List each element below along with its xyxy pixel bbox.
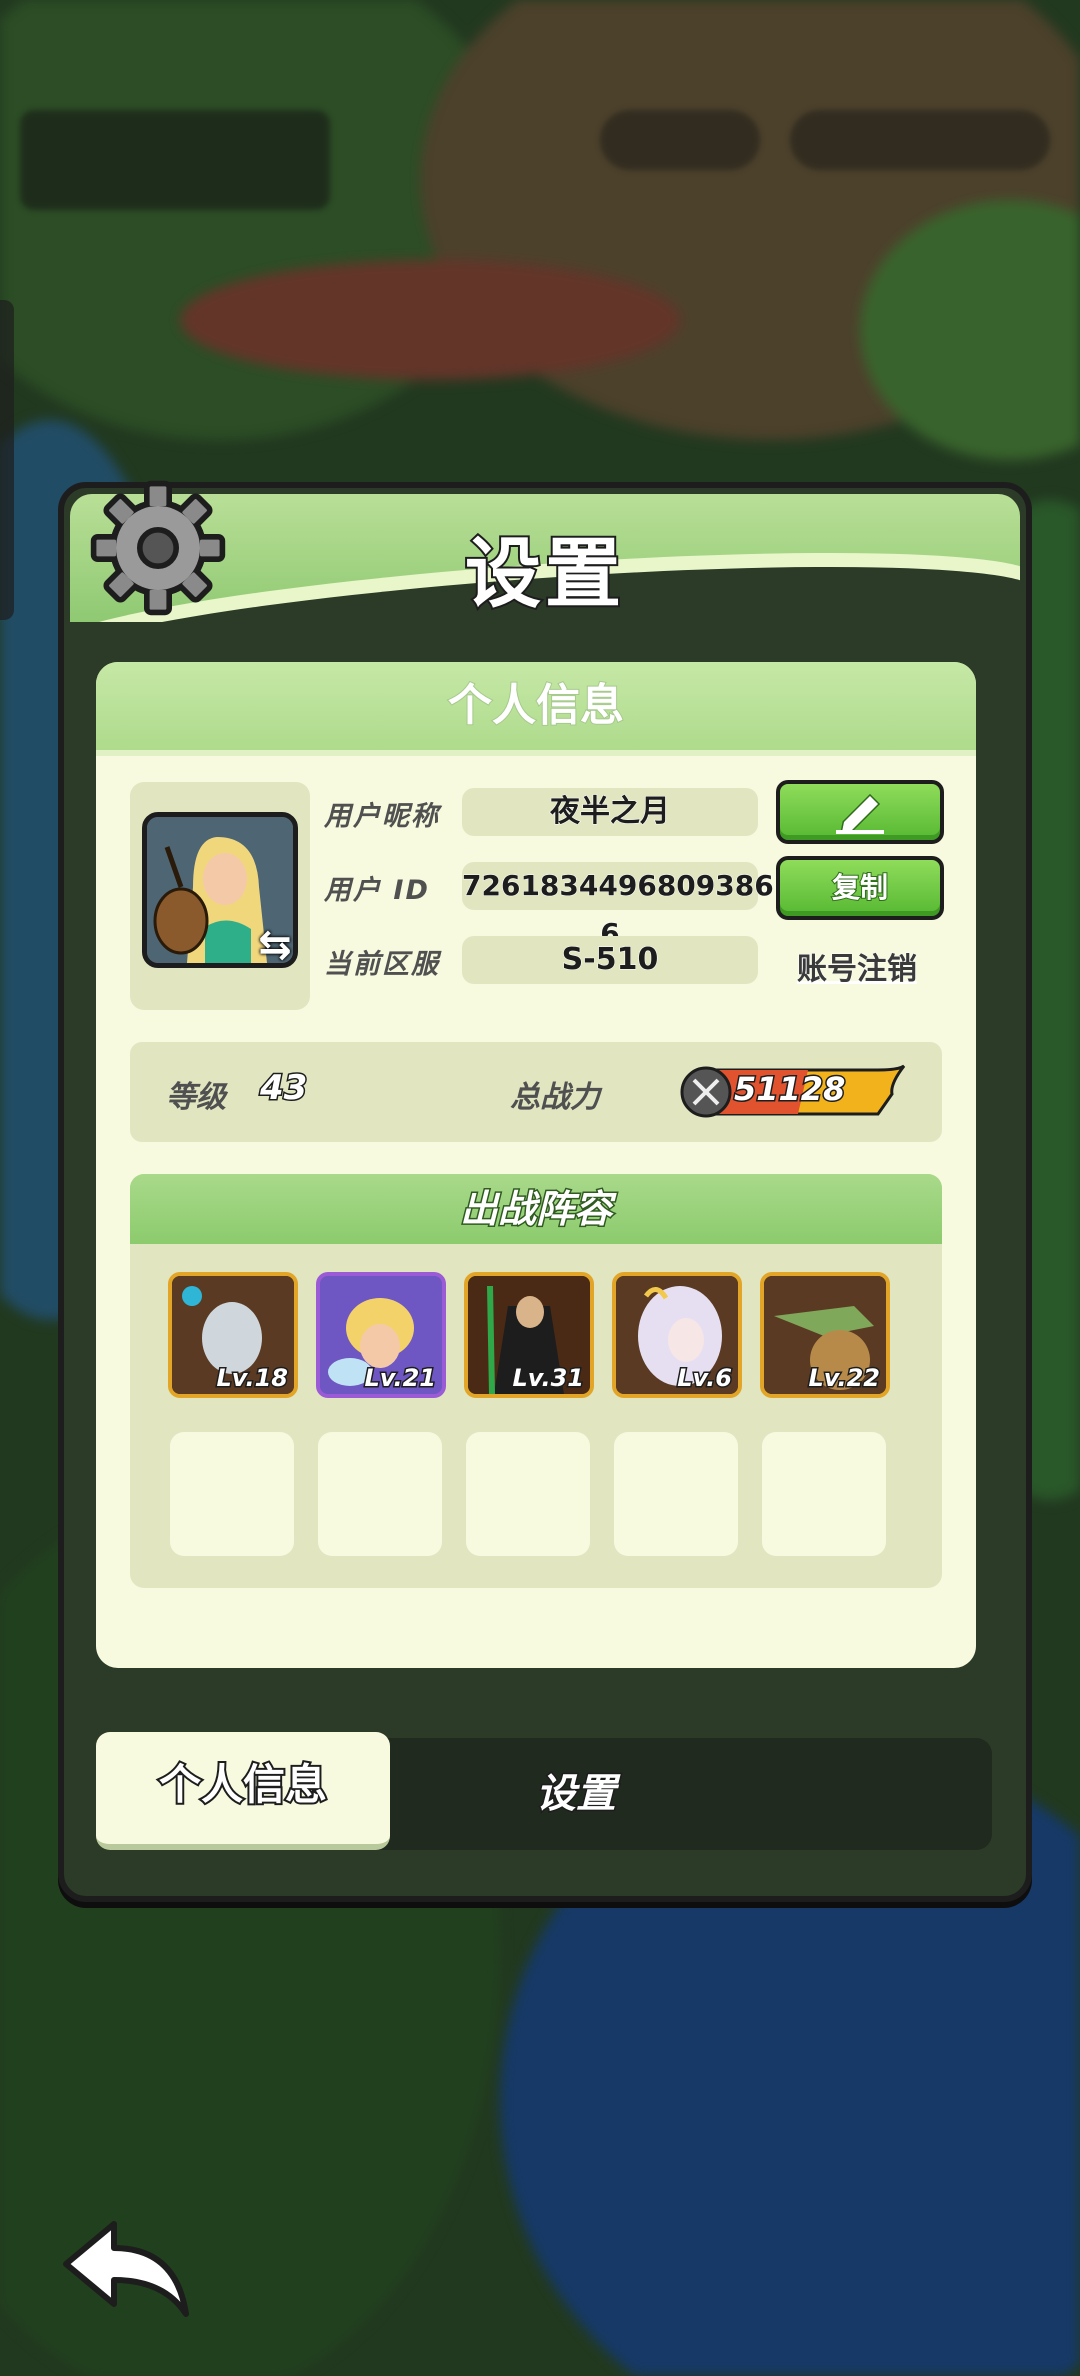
power-badge: 51128 [678, 1064, 908, 1120]
level-label: 等级 [166, 1080, 226, 1115]
hud-resource-gold [790, 110, 1050, 170]
empty-hero-slot[interactable] [762, 1432, 886, 1556]
hero-slot-4[interactable]: Lv.6 [612, 1272, 742, 1398]
empty-hero-slot[interactable] [466, 1432, 590, 1556]
edit-nickname-button[interactable] [776, 780, 944, 844]
profile-card: 个人信息 ⇆ 用户昵称 夜半之月 用户 ID [96, 662, 976, 1668]
side-handle [0, 300, 14, 620]
stats-row: 等级 43 总战力 51128 [130, 1042, 942, 1142]
swap-arrows-icon[interactable]: ⇆ [250, 920, 300, 970]
hero-level: Lv.21 [363, 1363, 437, 1394]
hud-player-card [20, 110, 330, 210]
server-field: S-510 [462, 936, 758, 984]
tab-settings[interactable]: 设置 [456, 1738, 696, 1850]
hero-slot-1[interactable]: Lv.18 [168, 1272, 298, 1398]
hero-slot-5[interactable]: Lv.22 [760, 1272, 890, 1398]
hero-level: Lv.31 [511, 1363, 585, 1394]
nickname-field: 夜半之月 [462, 788, 758, 836]
copy-id-button[interactable]: 复制 [776, 856, 944, 920]
cancel-account-link[interactable]: 账号注销 [782, 944, 932, 988]
empty-hero-slot[interactable] [170, 1432, 294, 1556]
dialog-tabs: 个人信息 设置 [96, 1732, 992, 1850]
gear-icon [90, 480, 226, 616]
empty-hero-slot[interactable] [318, 1432, 442, 1556]
hud-resource-gems [600, 110, 760, 170]
hero-slot-2[interactable]: Lv.21 [316, 1272, 446, 1398]
hero-slot-3[interactable]: Lv.31 [464, 1272, 594, 1398]
empty-hero-slot[interactable] [614, 1432, 738, 1556]
level-value: 43 [258, 1067, 308, 1110]
power-label: 总战力 [510, 1080, 600, 1115]
hero-level: Lv.22 [807, 1363, 881, 1394]
pencil-icon [836, 793, 884, 834]
nickname-label: 用户昵称 [324, 801, 440, 832]
hero-level: Lv.6 [676, 1363, 734, 1394]
tab-profile[interactable]: 个人信息 [96, 1732, 390, 1850]
hero-level: Lv.18 [215, 1363, 289, 1394]
section-title: 个人信息 [96, 662, 976, 750]
power-value: 51128 [732, 1069, 846, 1110]
user-id-label: 用户 ID [324, 875, 430, 906]
server-label: 当前区服 [324, 949, 440, 980]
battle-lineup: 出战阵容 Lv.18 Lv.21 Lv.31 Lv.6 Lv.22 [130, 1174, 942, 1588]
lineup-title: 出战阵容 [130, 1174, 942, 1244]
section-divider [96, 750, 976, 756]
back-arrow-icon[interactable] [56, 2214, 196, 2324]
settings-dialog: 设置 个人信息 ⇆ 用户昵称 夜半之月 用户 ID 72618344968093… [58, 480, 1032, 1902]
user-id-field: 7261834496809386​6 [462, 862, 774, 951]
avatar-frame[interactable]: ⇆ [130, 782, 310, 1010]
